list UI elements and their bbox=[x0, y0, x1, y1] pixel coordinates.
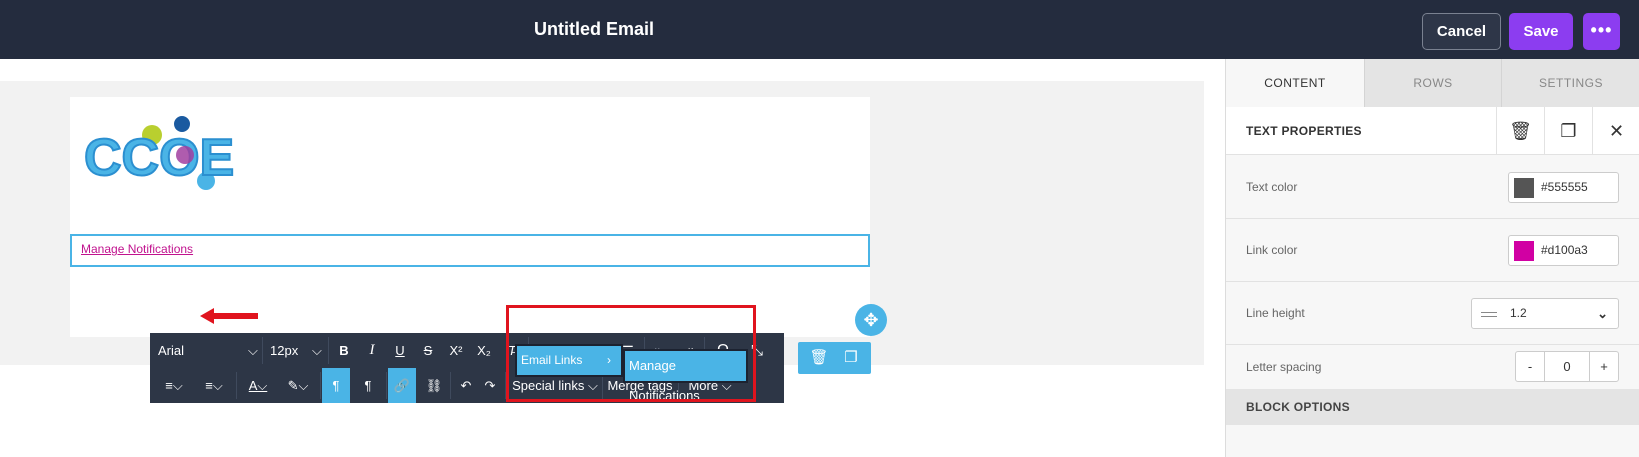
properties-sidebar: CONTENT ROWS SETTINGS TEXT PROPERTIES 🗑 … bbox=[1225, 59, 1639, 457]
chevron-down-icon: ⌵ bbox=[248, 343, 258, 358]
ltr-direction-icon[interactable]: ¶ bbox=[322, 368, 350, 403]
bold-icon[interactable]: B bbox=[332, 333, 356, 368]
logo-lettering: CCOE bbox=[84, 129, 234, 187]
red-highlight-annotation bbox=[506, 305, 756, 402]
link-icon[interactable]: 🔗 bbox=[388, 368, 416, 403]
text-color-value: #555555 bbox=[1541, 180, 1588, 194]
strikethrough-icon[interactable]: S bbox=[416, 333, 440, 368]
chevron-down-icon: ⌵ bbox=[312, 343, 322, 358]
superscript-icon[interactable]: X² bbox=[444, 333, 468, 368]
tab-settings[interactable]: SETTINGS bbox=[1502, 59, 1639, 107]
copy-icon[interactable]: ❐ bbox=[1544, 107, 1592, 155]
underline-icon[interactable]: U bbox=[388, 333, 412, 368]
font-size-value: 12px bbox=[270, 343, 299, 358]
email-title: Untitled Email bbox=[533, 19, 654, 39]
editor-canvas: CCOE Manage Notifications ✥ 🗑 ❐ Arial ⌵ 1… bbox=[0, 59, 1225, 457]
highlight-icon[interactable]: ✎⌵ bbox=[280, 368, 316, 403]
link-color-swatch bbox=[1514, 241, 1534, 261]
text-color-input[interactable]: #555555 bbox=[1508, 172, 1619, 203]
increment-button[interactable]: + bbox=[1590, 352, 1618, 381]
duplicate-block-icon[interactable]: ❐ bbox=[839, 346, 863, 370]
more-options-button[interactable]: ••• bbox=[1583, 13, 1620, 50]
close-icon[interactable]: ✕ bbox=[1592, 107, 1639, 155]
letter-spacing-label: Letter spacing bbox=[1246, 360, 1322, 374]
unlink-icon[interactable]: ⛓ bbox=[420, 368, 448, 403]
line-height-select[interactable]: 1.2 ⌄ bbox=[1471, 298, 1619, 329]
ccoe-logo: CCOE bbox=[83, 116, 235, 190]
trash-icon[interactable]: 🗑 bbox=[1496, 107, 1544, 155]
line-height-value: 1.2 bbox=[1510, 306, 1527, 320]
letter-spacing-row: Letter spacing - 0 + bbox=[1226, 345, 1639, 389]
text-properties-header: TEXT PROPERTIES 🗑 ❐ ✕ bbox=[1226, 107, 1639, 155]
text-color-icon[interactable]: A⌵ bbox=[240, 368, 276, 403]
block-tools: 🗑 ❐ bbox=[798, 342, 871, 374]
text-block-selected[interactable]: Manage Notifications bbox=[70, 234, 870, 267]
link-color-label: Link color bbox=[1246, 243, 1298, 257]
redo-icon[interactable]: ↷ bbox=[480, 368, 500, 403]
ordered-list-icon[interactable]: ≡⌵ bbox=[156, 368, 192, 403]
tab-rows[interactable]: ROWS bbox=[1365, 59, 1501, 107]
block-options-label: BLOCK OPTIONS bbox=[1246, 400, 1350, 414]
email-body: CCOE Manage Notifications bbox=[70, 97, 870, 337]
subscript-icon[interactable]: X₂ bbox=[472, 333, 496, 368]
font-family-select[interactable]: Arial ⌵ bbox=[158, 333, 258, 368]
link-color-value: #d100a3 bbox=[1541, 243, 1588, 257]
top-bar: Untitled Email Cancel Save ••• bbox=[0, 0, 1639, 59]
chevron-down-icon: ⌄ bbox=[1597, 306, 1608, 321]
decrement-button[interactable]: - bbox=[1516, 352, 1544, 381]
red-arrow-annotation bbox=[200, 308, 258, 324]
letter-spacing-stepper[interactable]: - 0 + bbox=[1515, 351, 1619, 382]
link-color-row: Link color #d100a3 bbox=[1226, 219, 1639, 282]
sidebar-tabs: CONTENT ROWS SETTINGS bbox=[1226, 59, 1639, 107]
tab-content[interactable]: CONTENT bbox=[1226, 59, 1364, 107]
undo-icon[interactable]: ↶ bbox=[452, 368, 480, 403]
section-title: TEXT PROPERTIES bbox=[1246, 124, 1362, 138]
delete-block-icon[interactable]: 🗑 bbox=[807, 346, 831, 370]
line-height-row: Line height 1.2 ⌄ bbox=[1226, 282, 1639, 345]
line-height-icon bbox=[1481, 312, 1497, 317]
save-button[interactable]: Save bbox=[1509, 13, 1573, 50]
text-color-swatch bbox=[1514, 178, 1534, 198]
cancel-button[interactable]: Cancel bbox=[1422, 13, 1501, 50]
rtl-direction-icon[interactable]: ¶ bbox=[354, 368, 382, 403]
line-height-label: Line height bbox=[1246, 306, 1305, 320]
link-color-input[interactable]: #d100a3 bbox=[1508, 235, 1619, 266]
font-family-value: Arial bbox=[158, 343, 185, 358]
manage-notifications-link[interactable]: Manage Notifications bbox=[81, 242, 193, 256]
move-handle-icon[interactable]: ✥ bbox=[855, 304, 887, 336]
bullet-list-icon[interactable]: ≡⌵ bbox=[196, 368, 232, 403]
block-options-header[interactable]: BLOCK OPTIONS bbox=[1226, 389, 1639, 425]
text-color-row: Text color #555555 bbox=[1226, 156, 1639, 219]
text-color-label: Text color bbox=[1246, 180, 1298, 194]
letter-spacing-value[interactable]: 0 bbox=[1544, 352, 1590, 381]
italic-icon[interactable]: I bbox=[360, 333, 384, 368]
font-size-select[interactable]: 12px ⌵ bbox=[266, 333, 326, 368]
